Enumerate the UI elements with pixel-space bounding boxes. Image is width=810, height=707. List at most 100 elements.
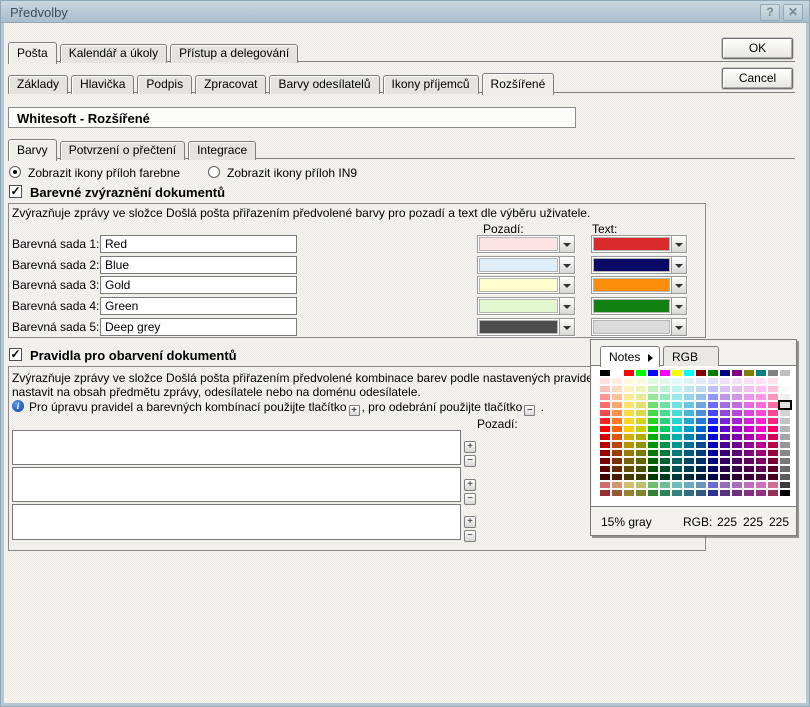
palette-swatch[interactable] [660,442,670,448]
palette-swatch[interactable] [660,466,670,472]
palette-swatch[interactable] [672,490,682,496]
palette-swatch[interactable] [648,474,658,480]
palette-swatch[interactable] [768,450,778,456]
palette-swatch[interactable] [720,378,730,384]
palette-swatch[interactable] [768,466,778,472]
palette-swatch[interactable] [600,434,610,440]
palette-swatch[interactable] [708,418,718,424]
palette-swatch[interactable] [648,386,658,392]
palette-swatch[interactable] [708,458,718,464]
dropdown-button[interactable] [559,257,574,273]
palette-swatch[interactable] [744,418,754,424]
palette-swatch[interactable] [624,426,634,432]
palette-swatch[interactable] [756,426,766,432]
tab-potvrzeni-o-precteni[interactable]: Potvrzení o přečtení [60,141,185,160]
palette-swatch[interactable] [636,482,646,488]
palette-swatch[interactable] [612,482,622,488]
palette-swatch[interactable] [648,402,658,408]
palette-swatch[interactable] [780,490,790,496]
palette-swatch[interactable] [780,474,790,480]
palette-swatch[interactable] [684,410,694,416]
palette-swatch[interactable] [684,466,694,472]
palette-swatch[interactable] [732,450,742,456]
palette-swatch[interactable] [756,442,766,448]
palette-swatch[interactable] [624,378,634,384]
palette-swatch[interactable] [744,434,754,440]
palette-swatch[interactable] [636,434,646,440]
palette-swatch[interactable] [744,458,754,464]
palette-swatch[interactable] [720,402,730,408]
palette-swatch[interactable] [780,442,790,448]
palette-swatch[interactable] [696,370,706,376]
palette-swatch[interactable] [648,490,658,496]
palette-swatch[interactable] [744,490,754,496]
palette-swatch[interactable] [672,426,682,432]
palette-swatch[interactable] [708,426,718,432]
bg-color-dropdown[interactable] [477,256,575,274]
palette-swatch[interactable] [684,474,694,480]
palette-swatch[interactable] [660,434,670,440]
palette-swatch[interactable] [672,474,682,480]
palette-swatch[interactable] [636,394,646,400]
palette-swatch[interactable] [756,466,766,472]
palette-swatch[interactable] [768,434,778,440]
palette-swatch[interactable] [660,418,670,424]
palette-swatch[interactable] [780,458,790,464]
palette-swatch[interactable] [684,490,694,496]
palette-swatch[interactable] [636,466,646,472]
palette-swatch[interactable] [660,482,670,488]
palette-swatch[interactable] [780,466,790,472]
palette-swatch[interactable] [708,466,718,472]
palette-swatch[interactable] [636,458,646,464]
palette-swatch[interactable] [600,378,610,384]
palette-swatch[interactable] [624,490,634,496]
palette-swatch[interactable] [648,450,658,456]
palette-swatch[interactable] [612,402,622,408]
palette-swatch[interactable] [612,386,622,392]
palette-swatch[interactable] [684,450,694,456]
palette-swatch[interactable] [744,450,754,456]
palette-swatch[interactable] [708,442,718,448]
palette-swatch[interactable] [720,394,730,400]
color-set-name-input[interactable] [100,297,297,315]
palette-swatch[interactable] [780,410,790,416]
palette-swatch[interactable] [636,426,646,432]
palette-swatch[interactable] [660,394,670,400]
palette-swatch[interactable] [720,386,730,392]
palette-swatch[interactable] [696,418,706,424]
palette-swatch[interactable] [696,426,706,432]
palette-swatch[interactable] [660,458,670,464]
palette-swatch[interactable] [768,490,778,496]
palette-swatch[interactable] [696,378,706,384]
text-color-dropdown[interactable] [591,235,687,253]
palette-swatch[interactable] [636,378,646,384]
palette-swatch[interactable] [720,426,730,432]
tab-rozsirene[interactable]: Rozšířené [482,73,555,95]
rules-checkbox[interactable]: ✓ [9,348,22,361]
palette-swatch[interactable] [756,370,766,376]
palette-swatch[interactable] [732,474,742,480]
radio-attachment-color[interactable] [9,166,21,178]
dropdown-button[interactable] [671,298,686,314]
palette-swatch[interactable] [648,418,658,424]
palette-swatch[interactable] [612,410,622,416]
palette-swatch[interactable] [684,482,694,488]
palette-swatch[interactable] [768,402,778,408]
palette-swatch[interactable] [684,386,694,392]
palette-swatch[interactable] [660,378,670,384]
palette-swatch[interactable] [684,434,694,440]
palette-swatch[interactable] [636,402,646,408]
tab-posta[interactable]: Pošta [8,42,57,64]
palette-swatch[interactable] [696,450,706,456]
palette-swatch[interactable] [624,386,634,392]
palette-swatch[interactable] [600,394,610,400]
palette-swatch[interactable] [624,394,634,400]
palette-swatch[interactable] [600,490,610,496]
palette-swatch[interactable] [684,426,694,432]
palette-swatch[interactable] [612,426,622,432]
dropdown-button[interactable] [671,277,686,293]
palette-swatch[interactable] [732,370,742,376]
palette-swatch[interactable] [660,474,670,480]
palette-swatch[interactable] [600,450,610,456]
palette-swatch[interactable] [708,434,718,440]
